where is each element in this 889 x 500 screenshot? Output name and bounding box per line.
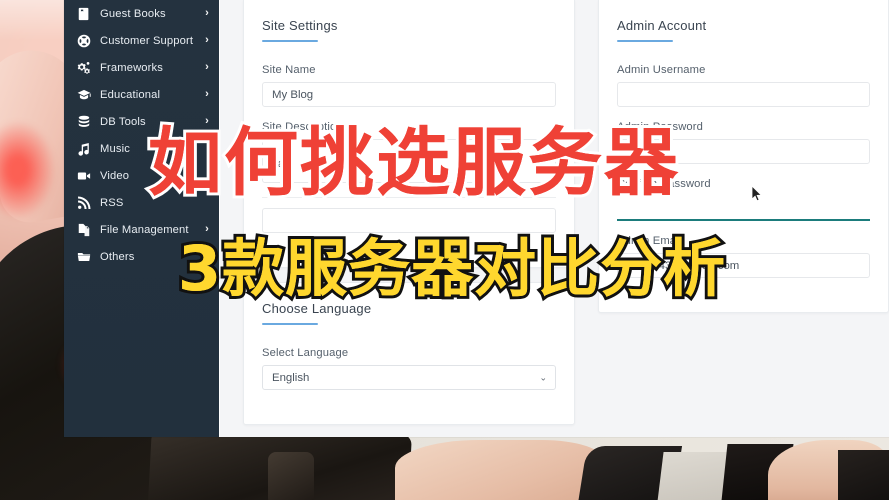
book-icon	[76, 6, 91, 21]
title-underline	[262, 40, 318, 42]
choose-language-card: Choose Language Select Language English …	[243, 282, 575, 425]
sidebar-item-label: Frameworks	[100, 61, 164, 74]
main-content: Site Settings Site Name Site Description	[220, 0, 889, 437]
admin-username-input[interactable]	[617, 82, 870, 107]
sidebar-item-label: Others	[100, 250, 135, 263]
chevron-right-icon: ›	[205, 61, 209, 73]
screen-capture-panel: Guest Books › Customer Support › Framewo…	[64, 0, 889, 437]
extra-field-placeholder	[262, 208, 556, 233]
select-language-label: Select Language	[262, 347, 349, 359]
admin-password-field: Admin Password	[617, 121, 870, 164]
title-underline	[617, 40, 673, 42]
admin-email-input[interactable]	[617, 253, 870, 278]
site-name-input[interactable]	[262, 82, 556, 107]
sidebar-item-label: Guest Books	[100, 7, 166, 20]
chevron-right-icon: ›	[205, 34, 209, 46]
sidebar-item-label: Video	[100, 169, 130, 182]
photo-red-light-1	[0, 120, 56, 220]
chevron-right-icon: ›	[205, 223, 209, 235]
select-language-field: Select Language English ⌄	[262, 347, 556, 390]
site-settings-card: Site Settings Site Name Site Description	[243, 0, 575, 268]
confirm-password-input[interactable]	[617, 196, 870, 221]
sidebar-item-others[interactable]: Others ›	[64, 243, 219, 270]
photo-strap-buckle	[268, 452, 314, 500]
thumbnail-stage: Guest Books › Customer Support › Framewo…	[0, 0, 889, 500]
admin-account-card: Admin Account Admin Username Admin Passw…	[598, 0, 889, 313]
site-description-field: Site Description	[262, 121, 556, 183]
site-settings-title: Site Settings	[262, 18, 338, 33]
admin-email-field: Admin Email	[617, 235, 870, 278]
sidebar-item-db-tools[interactable]: DB Tools ›	[64, 108, 219, 135]
card-divider	[262, 197, 556, 198]
sidebar-item-rss[interactable]: RSS ›	[64, 189, 219, 216]
admin-username-label: Admin Username	[617, 64, 706, 76]
confirm-password-label: Confirm Password	[617, 178, 711, 190]
sidebar-item-label: Customer Support	[100, 34, 194, 47]
site-name-label: Site Name	[262, 64, 316, 76]
language-select[interactable]: English	[262, 365, 556, 390]
database-icon	[76, 114, 91, 129]
chevron-right-icon: ›	[205, 115, 209, 127]
gears-icon	[76, 60, 91, 75]
admin-username-field: Admin Username	[617, 64, 870, 107]
music-note-icon	[76, 141, 91, 156]
admin-password-label: Admin Password	[617, 121, 704, 133]
sidebar-item-label: Educational	[100, 88, 161, 101]
site-description-label: Site Description	[262, 121, 343, 133]
lifebuoy-icon	[76, 33, 91, 48]
sidebar-item-customer-support[interactable]: Customer Support ›	[64, 27, 219, 54]
chevron-right-icon: ›	[205, 7, 209, 19]
confirm-password-field: Confirm Password	[617, 178, 870, 221]
choose-language-title: Choose Language	[262, 301, 372, 316]
photo-person-left	[395, 440, 605, 500]
admin-column: Admin Account Admin Username Admin Passw…	[575, 0, 889, 437]
sidebar-item-educational[interactable]: Educational ›	[64, 81, 219, 108]
sidebar-item-video[interactable]: Video ›	[64, 162, 219, 189]
settings-column: Site Settings Site Name Site Description	[220, 0, 575, 437]
folder-icon	[76, 249, 91, 264]
title-underline	[262, 323, 318, 325]
sidebar-item-label: Music	[100, 142, 130, 155]
sidebar-item-label: RSS	[100, 196, 124, 209]
site-name-field: Site Name	[262, 64, 556, 107]
sidebar-item-label: DB Tools	[100, 115, 146, 128]
photo-jacket-right	[838, 450, 889, 500]
extra-input[interactable]	[262, 208, 556, 233]
site-description-input[interactable]	[262, 139, 556, 183]
files-icon	[76, 222, 91, 237]
sidebar-item-file-management[interactable]: File Management ›	[64, 216, 219, 243]
sidebar-nav[interactable]: Guest Books › Customer Support › Framewo…	[64, 0, 219, 437]
chevron-right-icon: ›	[205, 88, 209, 100]
sidebar-item-music[interactable]: Music ›	[64, 135, 219, 162]
video-camera-icon	[76, 168, 91, 183]
admin-email-label: Admin Email	[617, 235, 682, 247]
sidebar-item-label: File Management	[100, 223, 189, 236]
admin-account-title: Admin Account	[617, 18, 707, 33]
sidebar-item-frameworks[interactable]: Frameworks ›	[64, 54, 219, 81]
graduation-cap-icon	[76, 87, 91, 102]
admin-password-input[interactable]	[617, 139, 870, 164]
sidebar-item-guest-books[interactable]: Guest Books ›	[64, 0, 219, 27]
language-select-wrap: English ⌄	[262, 365, 556, 390]
rss-icon	[76, 195, 91, 210]
